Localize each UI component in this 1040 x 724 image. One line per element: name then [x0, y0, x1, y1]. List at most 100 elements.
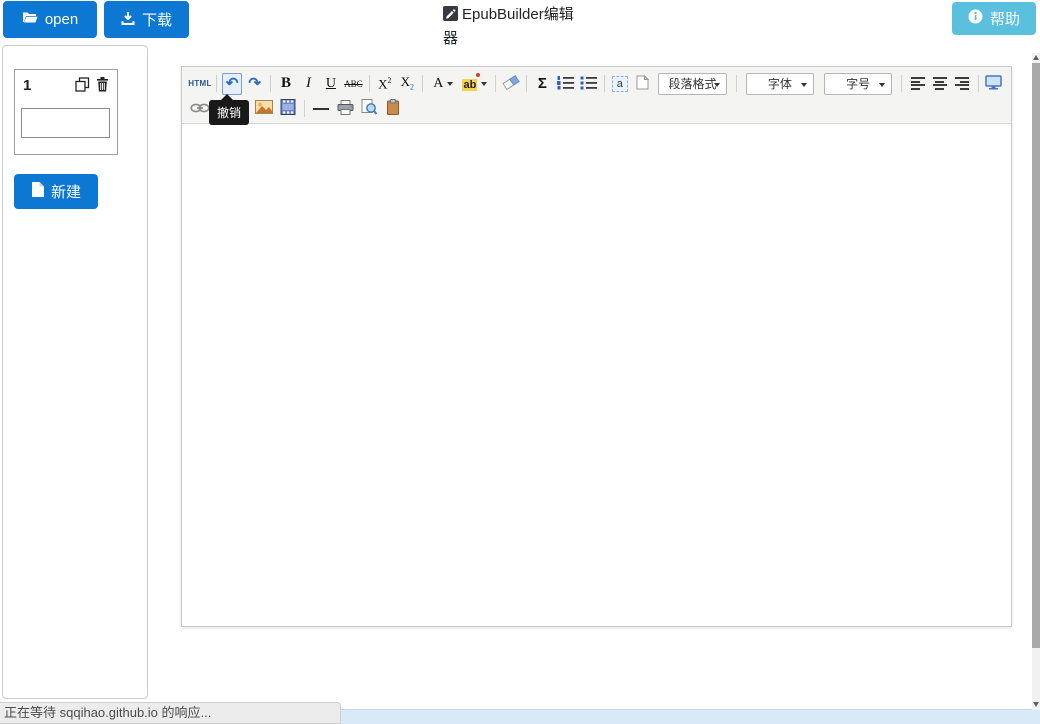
link-button[interactable]: [189, 98, 211, 120]
bold-button[interactable]: B: [276, 73, 296, 95]
toolbar-separator: [216, 75, 217, 92]
monitor-icon: [985, 74, 1003, 93]
scrollbar-thumb[interactable]: [1032, 63, 1040, 648]
chapter-card: 1: [14, 69, 118, 155]
font-family-select[interactable]: 字体: [745, 72, 815, 95]
redo-button[interactable]: ↷: [244, 73, 264, 95]
ordered-list-button[interactable]: [555, 73, 576, 95]
italic-button[interactable]: I: [298, 73, 318, 95]
chapter-number: 1: [23, 77, 32, 94]
toolbar-separator: [977, 75, 979, 92]
chapter-title-input[interactable]: [21, 108, 110, 138]
open-button[interactable]: open: [3, 1, 97, 38]
new-chapter-button[interactable]: 新建: [14, 174, 98, 209]
html-icon: HTML: [188, 79, 212, 88]
blank-page-icon: [636, 74, 649, 93]
align-left-button[interactable]: [907, 73, 927, 95]
unordered-list-icon: [579, 75, 598, 93]
link-icon: [190, 101, 210, 116]
toolbar-separator: [269, 75, 271, 92]
copy-chapter-button[interactable]: [74, 76, 91, 95]
remove-format-button[interactable]: [501, 73, 521, 95]
scroll-up-icon[interactable]: [1033, 55, 1039, 60]
open-button-label: open: [44, 11, 79, 28]
bold-icon: B: [281, 75, 292, 91]
toolbar-separator: [735, 75, 737, 92]
paragraph-format-label: 段落格式: [668, 77, 717, 91]
scroll-down-icon[interactable]: [1033, 702, 1039, 707]
download-button[interactable]: 下载: [104, 1, 189, 38]
media-button[interactable]: [277, 98, 299, 120]
anchor-button[interactable]: a: [610, 73, 630, 95]
align-right-icon: [955, 77, 970, 90]
highlight-color-button[interactable]: ab: [460, 73, 490, 95]
browser-status-text: 正在等待 sqqihao.github.io 的响应...: [0, 702, 341, 724]
magnifier-icon: [361, 99, 378, 118]
delete-chapter-button[interactable]: [94, 76, 111, 95]
superscript-icon: X2: [378, 75, 392, 92]
toolbar-separator: [368, 75, 370, 92]
paragraph-format-select[interactable]: 段落格式: [658, 72, 727, 95]
underline-icon: U: [325, 75, 336, 91]
undo-icon: ↶: [225, 75, 239, 92]
font-size-label: 字号: [846, 77, 871, 91]
horizontal-rule-icon: [313, 107, 329, 110]
sigma-icon: Σ: [537, 75, 547, 92]
file-icon: [31, 182, 44, 201]
folder-open-icon: [22, 11, 38, 28]
font-color-button[interactable]: A: [428, 73, 458, 95]
editor-content[interactable]: [182, 124, 1011, 626]
toolbar-separator: [901, 75, 903, 92]
undo-tooltip: 撤销: [209, 94, 250, 125]
horizontal-rule-button[interactable]: [310, 98, 332, 120]
font-family-label: 字体: [767, 77, 792, 91]
chevron-down-icon: [713, 82, 720, 87]
download-button-label: 下载: [141, 12, 172, 29]
unordered-list-button[interactable]: [578, 73, 599, 95]
anchor-icon: a: [611, 75, 628, 92]
chevron-down-icon: [447, 81, 454, 86]
undo-button[interactable]: ↶: [222, 72, 243, 95]
chevron-down-icon: [481, 81, 488, 86]
new-page-button[interactable]: [632, 73, 652, 95]
fullscreen-button[interactable]: [984, 73, 1004, 95]
help-button[interactable]: 帮助: [952, 2, 1036, 35]
page-title-text: EpubBuilder编辑器: [443, 6, 574, 47]
toolbar-separator: [304, 100, 305, 117]
paste-button[interactable]: [382, 98, 404, 120]
chevron-down-icon: [801, 82, 808, 87]
align-center-icon: [932, 77, 947, 90]
toolbar-separator: [494, 75, 496, 92]
highlight-icon: ab: [462, 73, 481, 91]
ordered-list-icon: [556, 75, 575, 93]
align-left-icon: [910, 77, 925, 90]
toolbar-row-1: HTML ↶ ↷ B I U ABC X2 X2 A ab Σ a 段落格式 字…: [188, 71, 1005, 96]
underline-button[interactable]: U: [321, 73, 341, 95]
toolbar-row-2: [188, 96, 1005, 121]
formula-button[interactable]: Σ: [532, 73, 552, 95]
subscript-button[interactable]: X2: [397, 73, 417, 95]
clipboard-icon: [386, 99, 401, 118]
font-size-select[interactable]: 字号: [824, 72, 893, 95]
trash-icon: [96, 76, 109, 95]
superscript-button[interactable]: X2: [375, 73, 395, 95]
copy-icon: [75, 76, 90, 95]
italic-icon: I: [305, 75, 311, 91]
image-button[interactable]: [253, 98, 275, 120]
strikethrough-button[interactable]: ABC: [343, 73, 364, 95]
info-icon: [968, 9, 983, 28]
vertical-scrollbar[interactable]: [1032, 53, 1040, 710]
help-button-label: 帮助: [989, 11, 1020, 28]
chapter-sidebar: 1 新建: [2, 45, 148, 699]
source-code-button[interactable]: HTML: [188, 73, 212, 95]
chevron-down-icon: [879, 82, 886, 87]
page-title: EpubBuilder编辑器: [443, 3, 585, 51]
eraser-icon: [502, 74, 520, 93]
print-button[interactable]: [334, 98, 356, 120]
align-right-button[interactable]: [952, 73, 972, 95]
align-center-button[interactable]: [930, 73, 950, 95]
strikethrough-icon: ABC: [344, 78, 363, 89]
film-icon: [280, 99, 296, 118]
redo-icon: ↷: [248, 75, 261, 92]
preview-button[interactable]: [358, 98, 380, 120]
